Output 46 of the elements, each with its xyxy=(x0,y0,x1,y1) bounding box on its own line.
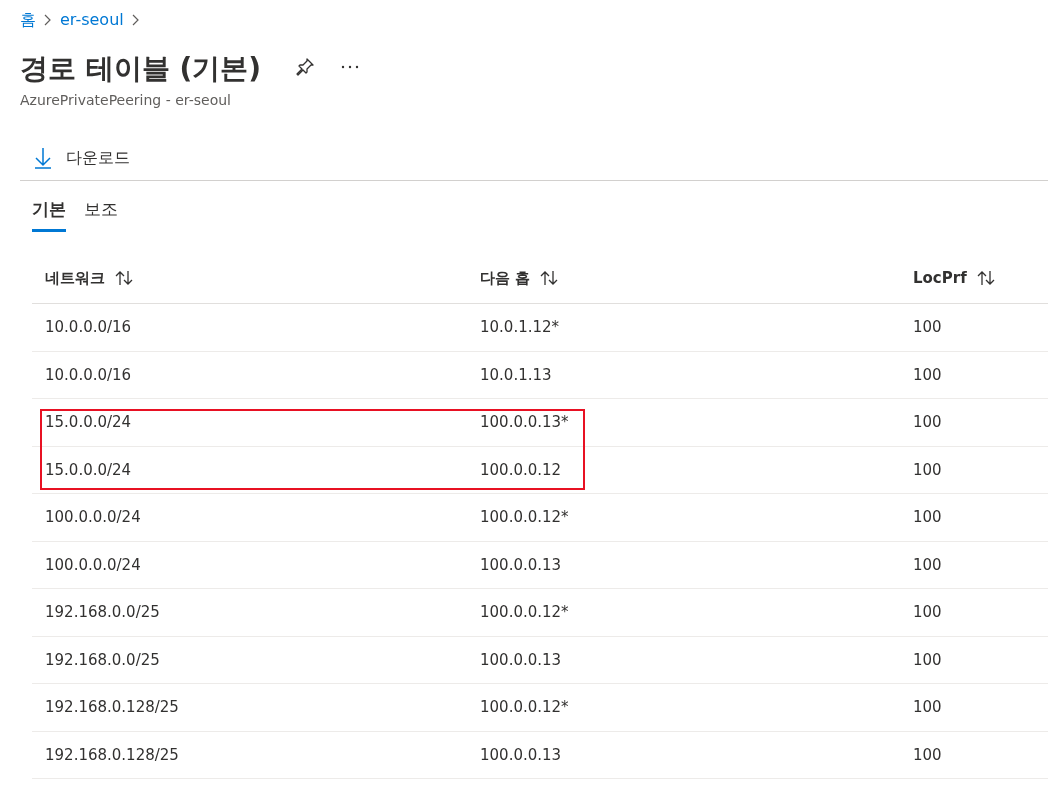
table-cell: 100.0.0.12* xyxy=(467,588,900,636)
table-cell: 100.0.0.13 xyxy=(467,636,900,684)
page-subtitle: AzurePrivatePeering - er-seoul xyxy=(20,91,232,110)
table-cell: 15.0.0.0/24 xyxy=(32,446,467,494)
table-cell: 192.168.0.0/25 xyxy=(32,636,467,684)
column-header[interactable]: 네트워크 xyxy=(32,253,467,304)
table-cell: 100 xyxy=(900,541,1048,589)
sort-icon[interactable] xyxy=(115,270,133,287)
table-cell: 100.0.0.0/24 xyxy=(32,541,467,589)
table-cell: 100.0.0.13 xyxy=(467,731,900,779)
page-title: 경로 테이블 (기본) xyxy=(20,51,262,87)
table-cell: 100.0.0.12* xyxy=(467,683,900,731)
table-cell: 100.0.0.13* xyxy=(467,398,900,446)
breadcrumb-link[interactable]: 홈 xyxy=(20,8,36,32)
column-header[interactable]: LocPrf xyxy=(900,253,1048,304)
download-button[interactable]: 다운로드 xyxy=(20,145,130,170)
table-cell: 100 xyxy=(900,731,1048,779)
tab[interactable]: 보조 xyxy=(84,195,118,232)
table-cell: 10.0.1.12* xyxy=(467,303,900,351)
table-cell: 100 xyxy=(900,588,1048,636)
table-cell: 100 xyxy=(900,398,1048,446)
download-icon xyxy=(34,146,52,169)
table-cell: 100 xyxy=(900,351,1048,399)
tab[interactable]: 기본 xyxy=(32,195,66,232)
table-cell: 100.0.0.13 xyxy=(467,541,900,589)
table-cell: 100 xyxy=(900,303,1048,351)
table-cell: 100.0.0.0/24 xyxy=(32,493,467,541)
table-cell: 15.0.0.0/24 xyxy=(32,398,467,446)
table-cell: 192.168.0.0/25 xyxy=(32,588,467,636)
chevron-icon xyxy=(131,14,140,26)
table-cell: 10.0.1.13 xyxy=(467,351,900,399)
breadcrumb-link[interactable]: er-seoul xyxy=(60,8,124,32)
table-cell: 192.168.0.128/25 xyxy=(32,683,467,731)
table-cell: 100 xyxy=(900,446,1048,494)
table-cell: 100 xyxy=(900,493,1048,541)
sort-icon[interactable] xyxy=(540,270,559,287)
column-header[interactable]: 다음 홉 xyxy=(467,253,900,304)
table-cell: 10.0.0.0/16 xyxy=(32,351,467,399)
table-cell: 100 xyxy=(900,683,1048,731)
table-cell: 100 xyxy=(900,636,1048,684)
table-cell: 100.0.0.12 xyxy=(467,446,900,494)
sort-icon[interactable] xyxy=(976,270,995,287)
table-cell: 192.168.0.128/25 xyxy=(32,731,467,779)
table-cell: 10.0.0.0/16 xyxy=(32,303,467,351)
chevron-icon xyxy=(44,14,52,26)
table-cell: 100.0.0.12* xyxy=(467,493,900,541)
